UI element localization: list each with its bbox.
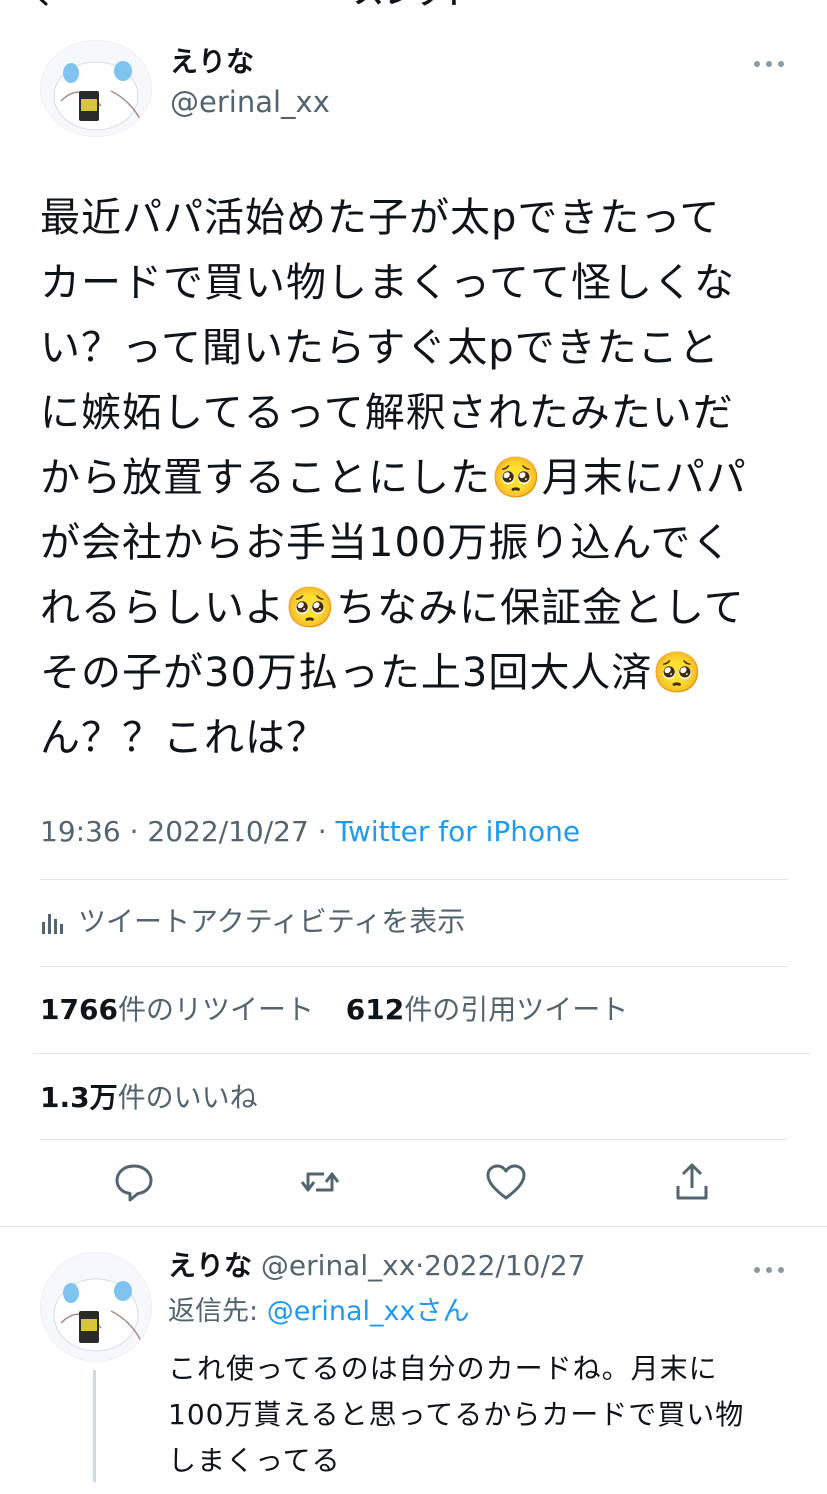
reply-avatar[interactable] [40, 1252, 152, 1362]
reply-to-line: 返信先: @erinal_xxさん [168, 1292, 470, 1332]
tweet-time: 19:36 [40, 815, 121, 848]
like-heart-icon[interactable] [484, 1160, 528, 1204]
tweet-source[interactable]: Twitter for iPhone [336, 815, 581, 848]
meta-separator: · [415, 1249, 425, 1282]
reply-header: えりな @erinal_xx·2022/10/27 [168, 1246, 586, 1286]
avatar[interactable] [40, 40, 152, 137]
avatar-image [41, 1253, 151, 1361]
likes-label: 件のいいね [117, 1081, 258, 1114]
tweet-text: 最近パパ活始めた子が太pできたって カードで買い物しまくってて怪しくな い？って… [40, 195, 747, 761]
likes-count: 1.3万 [40, 1081, 118, 1114]
author-handle[interactable]: @erinal_xx [170, 84, 330, 120]
quotes-label: 件の引用ツイート [404, 993, 629, 1026]
thread-connector-line [93, 1370, 96, 1482]
top-nav: スレッド [0, 0, 827, 14]
quotes-link[interactable]: 612件の引用ツイート [346, 993, 628, 1026]
divider [40, 1139, 788, 1140]
retweets-label: 件のリツイート [117, 993, 314, 1026]
reply-to-prefix: 返信先: [168, 1296, 267, 1327]
tweet-meta: 19:36 · 2022/10/27 · Twitter for iPhone [40, 812, 580, 852]
reply-to-handle[interactable]: @erinal_xxさん [267, 1296, 470, 1327]
divider [0, 1226, 827, 1227]
retweets-count: 1766 [40, 993, 118, 1026]
reply-more-options-icon[interactable] [752, 1262, 786, 1276]
likes-link[interactable]: 1.3万件のいいね [40, 1076, 258, 1120]
reply-icon[interactable] [112, 1160, 156, 1204]
retweet-stats: 1766件のリツイート 612件の引用ツイート [40, 988, 628, 1032]
divider [40, 966, 788, 967]
retweets-link[interactable]: 1766件のリツイート [40, 993, 314, 1026]
reply-date[interactable]: 2022/10/27 [424, 1249, 585, 1282]
reply-author-name[interactable]: えりな [168, 1249, 252, 1282]
avatar-image [41, 41, 151, 136]
nav-title: スレッド [0, 0, 827, 14]
tweet-activity-link[interactable]: ツイートアクティビティを表示 [40, 900, 465, 944]
meta-separator: · [120, 815, 148, 848]
divider [34, 1053, 810, 1054]
more-options-icon[interactable] [752, 56, 786, 70]
tweet-thread-page: スレッド えりな @erinal_xx 最近パパ活始めた子が太pできたって カー… [0, 0, 827, 1494]
retweet-icon[interactable] [298, 1160, 342, 1204]
reply-author-handle[interactable]: @erinal_xx [261, 1249, 415, 1282]
meta-separator: · [308, 815, 336, 848]
tweet-date[interactable]: 2022/10/27 [147, 815, 308, 848]
share-icon[interactable] [670, 1160, 714, 1204]
reply-text: これ使ってるのは自分のカードね。月末に 100万貰えると思ってるからカードで買い… [168, 1352, 745, 1477]
analytics-icon [40, 903, 66, 934]
author-name[interactable]: えりな [170, 44, 254, 80]
divider [40, 879, 788, 880]
activity-label: ツイートアクティビティを表示 [78, 905, 466, 938]
quotes-count: 612 [345, 993, 405, 1026]
tweet-actions [0, 1160, 827, 1210]
